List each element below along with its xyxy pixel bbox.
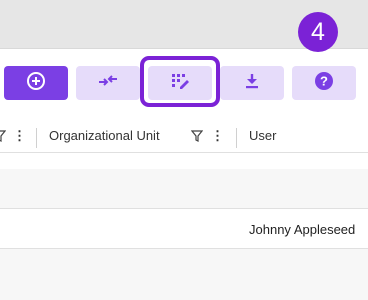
table-row[interactable]: Johnny Appleseed bbox=[0, 209, 368, 249]
compare-button[interactable] bbox=[76, 66, 140, 100]
table-row[interactable] bbox=[0, 249, 368, 300]
add-button[interactable] bbox=[4, 66, 68, 100]
help-icon: ? bbox=[314, 71, 334, 96]
table-header: ⋮ Organizational Unit ⋮ User bbox=[0, 120, 368, 153]
svg-text:?: ? bbox=[320, 73, 328, 88]
table-row[interactable] bbox=[0, 169, 368, 209]
help-button[interactable]: ? bbox=[292, 66, 356, 100]
column-header-user[interactable]: User bbox=[249, 128, 276, 143]
column-menu-icon[interactable]: ⋮ bbox=[13, 128, 26, 144]
column-divider bbox=[36, 128, 37, 148]
download-button[interactable] bbox=[220, 66, 284, 100]
filter-icon[interactable] bbox=[190, 129, 204, 147]
column-header-organizational-unit[interactable]: Organizational Unit bbox=[49, 128, 160, 143]
compare-arrows-icon bbox=[97, 72, 119, 95]
column-divider bbox=[236, 128, 237, 148]
add-circle-icon bbox=[26, 71, 46, 96]
step-highlight: 4 bbox=[140, 12, 338, 107]
step-badge: 4 bbox=[298, 12, 338, 52]
filter-icon[interactable] bbox=[0, 129, 7, 147]
main-panel: ? 4 ⋮ Organizational Unit ⋮ User Johnny bbox=[0, 12, 368, 300]
column-menu-icon[interactable]: ⋮ bbox=[211, 128, 224, 144]
download-icon bbox=[243, 72, 261, 95]
user-cell: Johnny Appleseed bbox=[249, 222, 356, 237]
